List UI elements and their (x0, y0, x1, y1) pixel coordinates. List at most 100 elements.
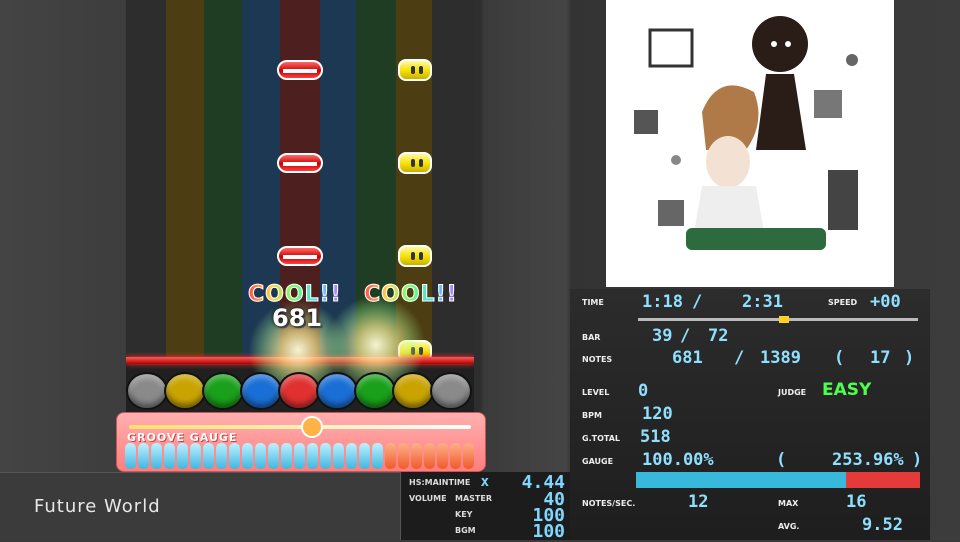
note-red (277, 153, 323, 173)
volume-panel: HS:MAINTIME x 4.44 VOLUME MASTER 40 KEY … (400, 472, 570, 542)
note-red (277, 246, 323, 266)
bar-label: BAR (582, 333, 601, 342)
gauge-cell (151, 443, 162, 469)
hs-x: x (480, 474, 489, 490)
nps-label: NOTES/SEC. (582, 499, 636, 508)
time-total: 2:31 (742, 292, 783, 312)
notes-current: 681 (672, 348, 703, 368)
gauge-cell (216, 443, 227, 469)
gauge-cell (372, 443, 383, 469)
max-label: MAX (778, 499, 799, 508)
gauge-cell (320, 443, 331, 469)
speed-label: SPEED (828, 298, 858, 307)
bgm-label: BGM (455, 526, 476, 535)
note-yellow (398, 152, 432, 174)
gauge-stat-bar-fill (636, 472, 847, 488)
gauge-stat-label: GAUGE (582, 457, 614, 466)
key-label: KEY (455, 510, 473, 519)
pop-button-white[interactable] (126, 372, 168, 410)
lane-1 (126, 0, 166, 360)
gauge-cell (125, 443, 136, 469)
note-yellow (398, 59, 432, 81)
gauge-cell (190, 443, 201, 469)
stats-panel: TIME 1:18 / 2:31 SPEED +00 BAR 39 / 72 N… (570, 289, 930, 540)
gauge-cell (333, 443, 344, 469)
gauge-cell (411, 443, 422, 469)
max-value: 16 (846, 492, 867, 512)
master-label: MASTER (455, 494, 492, 503)
time-label: TIME (582, 298, 604, 307)
gauge-cell (398, 443, 409, 469)
bar-total: 72 (708, 326, 729, 346)
speed-value: +00 (870, 292, 901, 312)
gauge-cell (385, 443, 396, 469)
gauge-cell (437, 443, 448, 469)
bar-separator: / (680, 326, 691, 346)
time-current: 1:18 (642, 292, 683, 312)
gauge-cell (242, 443, 253, 469)
avg-label: AVG. (778, 522, 800, 531)
song-title: Future World (34, 496, 161, 517)
gauge-cell (281, 443, 292, 469)
gauge-cell (138, 443, 149, 469)
gtotal-label: G.TOTAL (582, 434, 620, 443)
notes-label: NOTES (582, 355, 613, 364)
gauge-cell (346, 443, 357, 469)
gauge-cell (450, 443, 461, 469)
notes-paren-close: ) (904, 348, 915, 368)
notes-total: 1389 (760, 348, 801, 368)
notes-separator: / (734, 348, 745, 368)
bpm-label: BPM (582, 411, 602, 420)
judgement-text: COOL!! (364, 282, 458, 308)
gauge-cell (424, 443, 435, 469)
gauge-cell (307, 443, 318, 469)
song-progress-marker (778, 316, 789, 323)
gtotal-value: 518 (640, 427, 671, 447)
gauge-character-icon (301, 416, 323, 438)
playfield: COOL!! COOL!! 681 (126, 0, 474, 472)
pop-button-white[interactable] (430, 372, 472, 410)
groove-gauge: GROOVE GAUGE (116, 412, 486, 472)
judge-value: EASY (822, 380, 872, 400)
pop-button-yellow[interactable] (164, 372, 206, 410)
gauge-cell (463, 443, 474, 469)
pop-button-red[interactable] (278, 372, 320, 410)
gauge-track (129, 425, 471, 429)
gauge-cell (229, 443, 240, 469)
pop-button-blue[interactable] (240, 372, 282, 410)
pop-button-blue[interactable] (316, 372, 358, 410)
gauge-cell (164, 443, 175, 469)
gauge-cell (268, 443, 279, 469)
pop-button-green[interactable] (202, 372, 244, 410)
pop-button-yellow[interactable] (392, 372, 434, 410)
gauge-cell (203, 443, 214, 469)
level-label: LEVEL (582, 388, 610, 397)
note-yellow (398, 245, 432, 267)
gauge-stat-value: 100.00% (642, 450, 714, 470)
gauge-max-paren-open: ( (776, 450, 787, 470)
gauge-max-paren-close: ) (912, 450, 923, 470)
combo-count: 681 (272, 304, 323, 332)
note-red (277, 60, 323, 80)
lane-3 (204, 0, 242, 360)
level-value: 0 (638, 381, 649, 401)
nps-value: 12 (688, 492, 709, 512)
pop-button-green[interactable] (354, 372, 396, 410)
time-separator: / (692, 292, 703, 312)
bgm-value: 100 (532, 521, 565, 542)
song-info: Future World (0, 472, 400, 540)
gauge-cell (359, 443, 370, 469)
game-screen: COOL!! COOL!! 681 GROOVE GAUGE Future Wo… (0, 0, 960, 542)
artwork-illustration (606, 0, 894, 287)
notes-paren-value: 17 (870, 348, 891, 368)
avg-value: 9.52 (862, 515, 903, 535)
gauge-cell (177, 443, 188, 469)
volume-label: VOLUME (409, 494, 447, 503)
bar-current: 39 (652, 326, 673, 346)
gauge-max-value: 253.96% (832, 450, 904, 470)
lane-2 (166, 0, 204, 360)
bpm-value: 120 (642, 404, 673, 424)
judge-label: JUDGE (778, 388, 807, 397)
gauge-cell (294, 443, 305, 469)
song-artwork (606, 0, 894, 287)
